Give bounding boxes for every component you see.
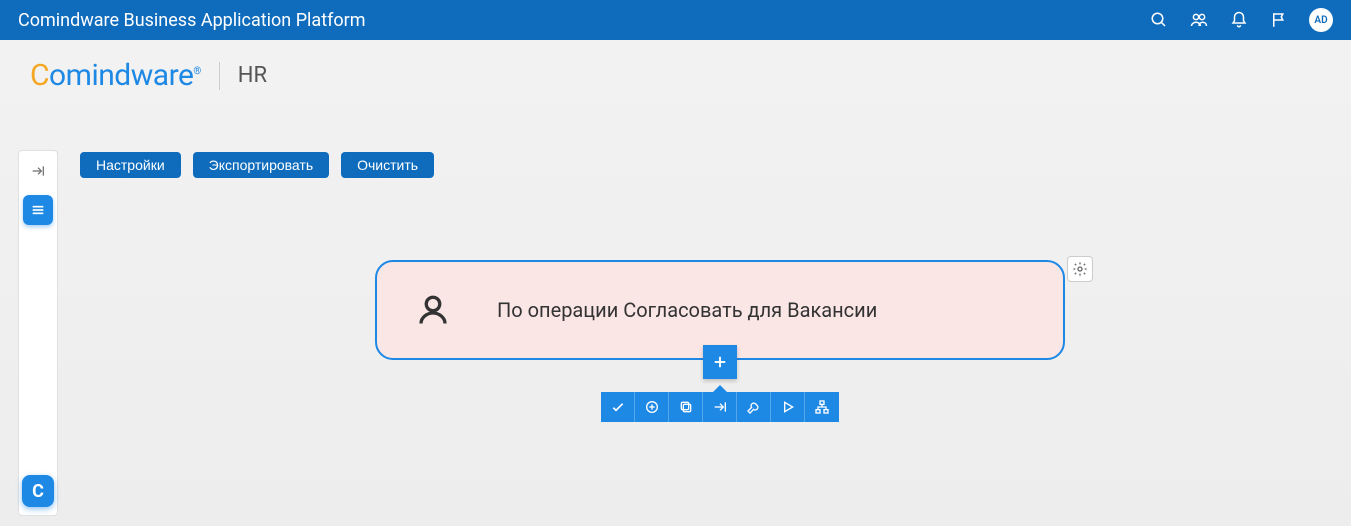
copy-icon[interactable] bbox=[669, 392, 703, 422]
add-button[interactable] bbox=[703, 345, 737, 379]
app-title: Comindware Business Application Platform bbox=[18, 10, 366, 31]
toolbar: Настройки Экспортировать Очистить bbox=[80, 152, 434, 178]
tool-row bbox=[601, 392, 839, 422]
bell-icon[interactable] bbox=[1229, 10, 1249, 30]
export-button[interactable]: Экспортировать bbox=[193, 152, 329, 178]
content-area: Comindware® HR C Настройки Экспортироват… bbox=[0, 40, 1351, 526]
avatar[interactable]: AD bbox=[1309, 8, 1333, 32]
brand-divider bbox=[219, 62, 220, 90]
hierarchy-icon[interactable] bbox=[805, 392, 839, 422]
clear-button[interactable]: Очистить bbox=[341, 152, 434, 178]
wrench-icon[interactable] bbox=[737, 392, 771, 422]
workflow-canvas: По операции Согласовать для Вакансии bbox=[375, 260, 1065, 360]
circle-plus-icon[interactable] bbox=[635, 392, 669, 422]
left-rail-bottom-badge[interactable]: C bbox=[22, 475, 54, 507]
brand-section: HR bbox=[238, 63, 267, 88]
settings-button[interactable]: Настройки bbox=[80, 152, 181, 178]
search-icon[interactable] bbox=[1149, 10, 1169, 30]
collapse-icon[interactable] bbox=[26, 159, 50, 183]
play-icon[interactable] bbox=[771, 392, 805, 422]
top-bar-actions: AD bbox=[1149, 8, 1333, 32]
flag-icon[interactable] bbox=[1269, 10, 1289, 30]
node-title: По операции Согласовать для Вакансии bbox=[497, 298, 877, 322]
check-icon[interactable] bbox=[601, 392, 635, 422]
goto-icon[interactable] bbox=[703, 392, 737, 422]
brand-row: Comindware® HR bbox=[0, 40, 1351, 111]
person-icon bbox=[415, 290, 455, 330]
menu-icon[interactable] bbox=[23, 195, 53, 225]
top-bar: Comindware Business Application Platform… bbox=[0, 0, 1351, 40]
users-icon[interactable] bbox=[1189, 10, 1209, 30]
left-rail: C bbox=[18, 150, 58, 516]
gear-icon[interactable] bbox=[1067, 256, 1093, 282]
brand-logo: Comindware® bbox=[30, 58, 201, 93]
